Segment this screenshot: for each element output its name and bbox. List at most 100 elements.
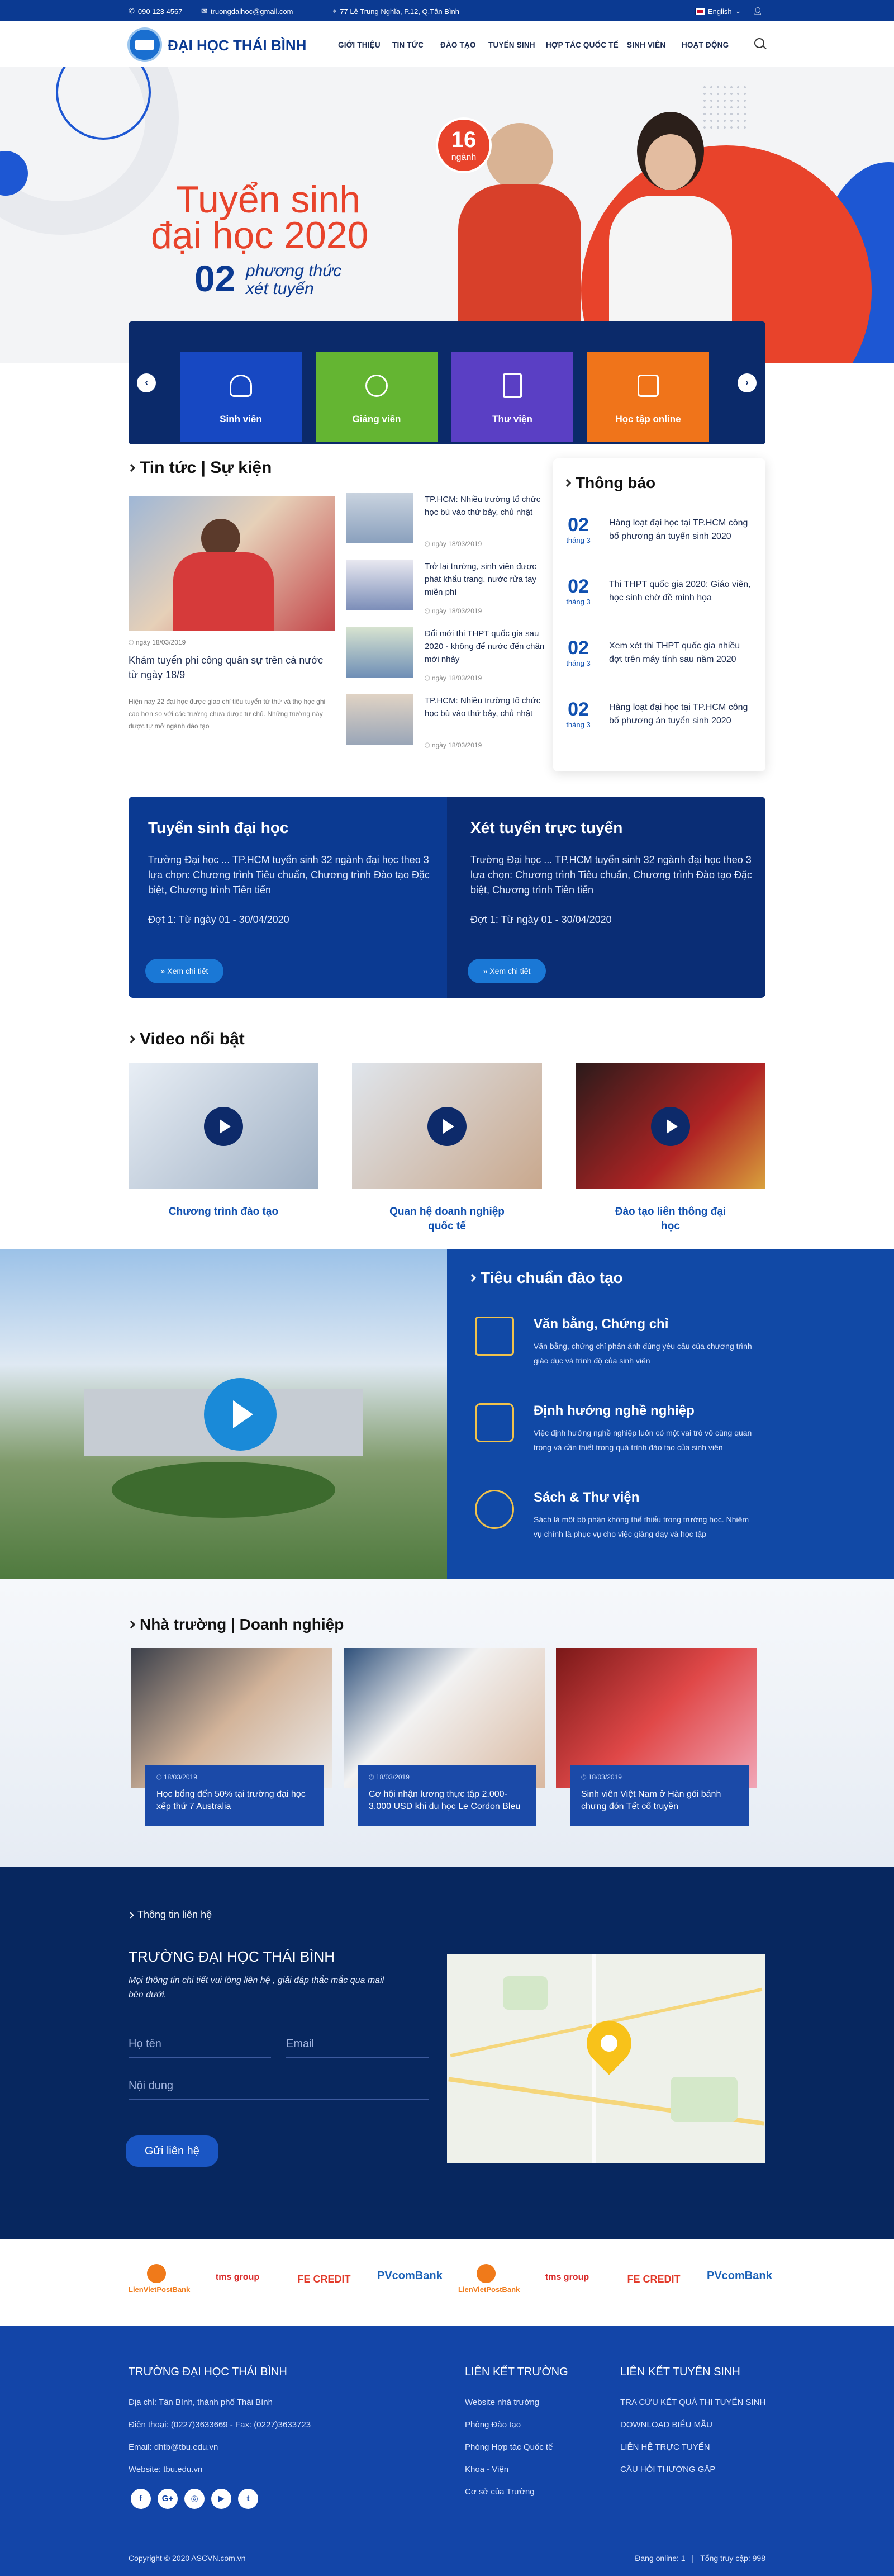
play-icon[interactable]	[651, 1106, 690, 1146]
news-item[interactable]: Trở lại trường, sinh viên được phát khẩu…	[346, 560, 559, 622]
campus-video[interactable]	[0, 1249, 447, 1579]
nav-sinh-vien[interactable]: SINH VIÊN	[627, 41, 665, 49]
notice-title[interactable]: Thi THPT quốc gia 2020: Giáo viên, học s…	[609, 578, 754, 605]
admission-detail-button[interactable]: » Xem chi tiết	[468, 959, 546, 983]
youtube-icon[interactable]: ▶	[211, 2489, 231, 2509]
location-map[interactable]	[447, 1954, 765, 2163]
nav-hop-tac-quoc-te[interactable]: HỢP TÁC QUỐC TẾ	[546, 41, 619, 49]
school-logo[interactable]	[127, 27, 162, 62]
footer-link[interactable]: CÂU HỎI THƯỜNG GẶP	[620, 2459, 765, 2481]
nav-tuyen-sinh[interactable]: TUYỂN SINH	[488, 41, 535, 49]
notice-item[interactable]: 02 tháng 3 Hàng loạt đại học tại TP.HCM c…	[564, 514, 760, 570]
news-thumbnail	[346, 627, 413, 678]
video-thumbnail[interactable]	[352, 1063, 542, 1189]
carousel-prev-button[interactable]: ‹	[137, 373, 156, 392]
video-caption[interactable]: Chương trình đào tạo	[129, 1205, 318, 1219]
play-icon[interactable]	[204, 1106, 243, 1146]
play-icon[interactable]	[204, 1378, 277, 1451]
contact-label: Thông tin liên hệ	[127, 1909, 212, 1921]
quicklink-hoc-tap-online[interactable]: Học tập online	[587, 352, 709, 442]
news-thumbnail	[346, 560, 413, 610]
notice-title[interactable]: Hàng loạt đại học tại TP.HCM công bố phư…	[609, 701, 754, 728]
footer-link[interactable]: DOWNLOAD BIỂU MẪU	[620, 2414, 765, 2436]
partner-info[interactable]: 🕘︎ 18/03/2019 Cơ hội nhận lương thực tập …	[358, 1765, 536, 1826]
featured-news-excerpt: Hiện nay 22 đại học được giao chỉ tiêu t…	[129, 698, 326, 730]
news-item[interactable]: Đổi mới thi THPT quốc gia sau 2020 - khô…	[346, 627, 559, 689]
brand-name[interactable]: ĐẠI HỌC THÁI BÌNH	[168, 37, 306, 54]
name-input[interactable]: Họ tên	[129, 2038, 271, 2058]
footer-link[interactable]: Website nhà trường	[465, 2392, 553, 2414]
notice-item[interactable]: 02 tháng 3 Hàng loạt đại học tại TP.HCM c…	[564, 699, 760, 755]
partner-title[interactable]: Cơ hội nhận lương thực tập 2.000-3.000 U…	[369, 1788, 525, 1813]
sponsor-logo[interactable]: FE CREDIT	[620, 2274, 687, 2308]
video-card[interactable]: Chương trình đào tạo	[129, 1063, 318, 1219]
language-select[interactable]: English ⌄	[695, 7, 741, 16]
news-item-title[interactable]: Đổi mới thi THPT quốc gia sau 2020 - khô…	[425, 627, 553, 666]
news-item-date: 🕘︎ ngày 18/03/2019	[425, 741, 482, 749]
email-input[interactable]: Email	[286, 2038, 429, 2058]
notice-title[interactable]: Xem xét thi THPT quốc gia nhiều đợt trên…	[609, 640, 754, 666]
video-thumbnail[interactable]	[129, 1063, 318, 1189]
news-item-title[interactable]: TP.HCM: Nhiều trường tổ chức học bù vào …	[425, 694, 553, 720]
partner-info[interactable]: 🕘︎ 18/03/2019 Sinh viên Việt Nam ở Hàn gó…	[570, 1765, 749, 1826]
email-info[interactable]: ✉ truongdaihoc@gmail.com	[201, 7, 293, 16]
partner-title[interactable]: Học bổng đến 50% tại trường đại học xếp …	[156, 1788, 313, 1813]
partner-card[interactable]: 🕘︎ 18/03/2019 Học bổng đến 50% tại trường…	[131, 1648, 332, 1826]
message-input[interactable]: Nội dung	[129, 2080, 429, 2100]
google-plus-icon[interactable]: G+	[158, 2489, 178, 2509]
news-item[interactable]: TP.HCM: Nhiều trường tổ chức học bù vào …	[346, 493, 559, 555]
featured-news-title[interactable]: Khám tuyển phi công quân sự trên cả nước…	[129, 653, 335, 682]
sponsor-logo[interactable]: PVcomBank	[707, 2270, 772, 2304]
admission-detail-button[interactable]: » Xem chi tiết	[145, 959, 224, 983]
videos-list: Chương trình đào tạo Quan hệ doanh nghiệ…	[129, 1063, 765, 1248]
video-card[interactable]: Quan hệ doanh nghiệp quốc tế	[352, 1063, 542, 1234]
footer-link[interactable]: LIÊN HỆ TRỰC TUYẾN	[620, 2436, 765, 2459]
sponsor-logo[interactable]: FE CREDIT	[291, 2274, 358, 2308]
quicklink-sinh-vien[interactable]: Sinh viên	[180, 352, 302, 442]
partner-title[interactable]: Sinh viên Việt Nam ở Hàn gói bánh chưng …	[581, 1788, 738, 1813]
notice-title[interactable]: Hàng loạt đại học tại TP.HCM công bố phư…	[609, 517, 754, 543]
quicklink-giang-vien[interactable]: Giảng viên	[316, 352, 438, 442]
sponsor-logo[interactable]: LienVietPostBank	[458, 2264, 520, 2299]
sponsor-logo[interactable]: PVcomBank	[377, 2270, 443, 2304]
sponsor-logo[interactable]: tms group	[207, 2272, 268, 2307]
sponsor-logo[interactable]: tms group	[536, 2272, 598, 2307]
facebook-icon[interactable]: f	[131, 2489, 151, 2509]
notice-item[interactable]: 02 tháng 3 Thi THPT quốc gia 2020: Giáo v…	[564, 576, 760, 632]
decorative-dots	[701, 84, 746, 129]
notice-item[interactable]: 02 tháng 3 Xem xét thi THPT quốc gia nhiề…	[564, 637, 760, 693]
user-icon[interactable]: 👤︎	[753, 7, 763, 16]
footer-email[interactable]: Email: dhtb@tbu.edu.vn	[129, 2436, 441, 2459]
footer-link[interactable]: Khoa - Viện	[465, 2459, 553, 2481]
nav-dao-tao[interactable]: ĐÀO TẠO	[440, 41, 476, 49]
footer-link[interactable]: Phòng Hợp tác Quốc tế	[465, 2436, 553, 2459]
play-icon[interactable]	[427, 1106, 467, 1146]
phone-info[interactable]: ✆ 090 123 4567	[129, 7, 182, 16]
sponsor-logo[interactable]: LienVietPostBank	[129, 2264, 190, 2299]
video-caption[interactable]: Quan hệ doanh nghiệp quốc tế	[352, 1205, 542, 1234]
news-item-title[interactable]: Trở lại trường, sinh viên được phát khẩu…	[425, 560, 553, 599]
search-icon[interactable]	[754, 38, 767, 50]
carousel-next-button[interactable]: ›	[738, 373, 757, 392]
partner-card[interactable]: 🕘︎ 18/03/2019 Cơ hội nhận lương thực tập …	[344, 1648, 545, 1826]
quicklink-thu-vien[interactable]: Thư viện	[451, 352, 573, 442]
news-item[interactable]: TP.HCM: Nhiều trường tổ chức học bù vào …	[346, 694, 559, 756]
nav-hoat-dong[interactable]: HOẠT ĐỘNG	[682, 41, 729, 49]
footer-link[interactable]: Cơ sở của Trường	[465, 2481, 553, 2503]
partner-card[interactable]: 🕘︎ 18/03/2019 Sinh viên Việt Nam ở Hàn gó…	[556, 1648, 757, 1826]
video-card[interactable]: Đào tạo liên thông đại học	[576, 1063, 765, 1234]
send-contact-button[interactable]: Gửi liên hệ	[126, 2135, 218, 2167]
footer-link[interactable]: Phòng Đào tạo	[465, 2414, 553, 2436]
instagram-icon[interactable]: ◎	[184, 2489, 205, 2509]
nav-gioi-thieu[interactable]: GIỚI THIỆU	[338, 41, 381, 49]
footer-website[interactable]: Website: tbu.edu.vn	[129, 2459, 441, 2481]
featured-news-image[interactable]	[129, 496, 335, 631]
video-caption[interactable]: Đào tạo liên thông đại học	[576, 1205, 765, 1234]
map-pin-icon[interactable]	[577, 2011, 641, 2075]
partner-info[interactable]: 🕘︎ 18/03/2019 Học bổng đến 50% tại trường…	[145, 1765, 324, 1826]
footer-link[interactable]: TRA CỨU KẾT QUẢ THI TUYỂN SINH	[620, 2392, 765, 2414]
twitter-icon[interactable]: t	[238, 2489, 258, 2509]
news-item-title[interactable]: TP.HCM: Nhiều trường tổ chức học bù vào …	[425, 493, 553, 519]
video-thumbnail[interactable]	[576, 1063, 765, 1189]
nav-tin-tuc[interactable]: TIN TỨC	[392, 41, 424, 49]
